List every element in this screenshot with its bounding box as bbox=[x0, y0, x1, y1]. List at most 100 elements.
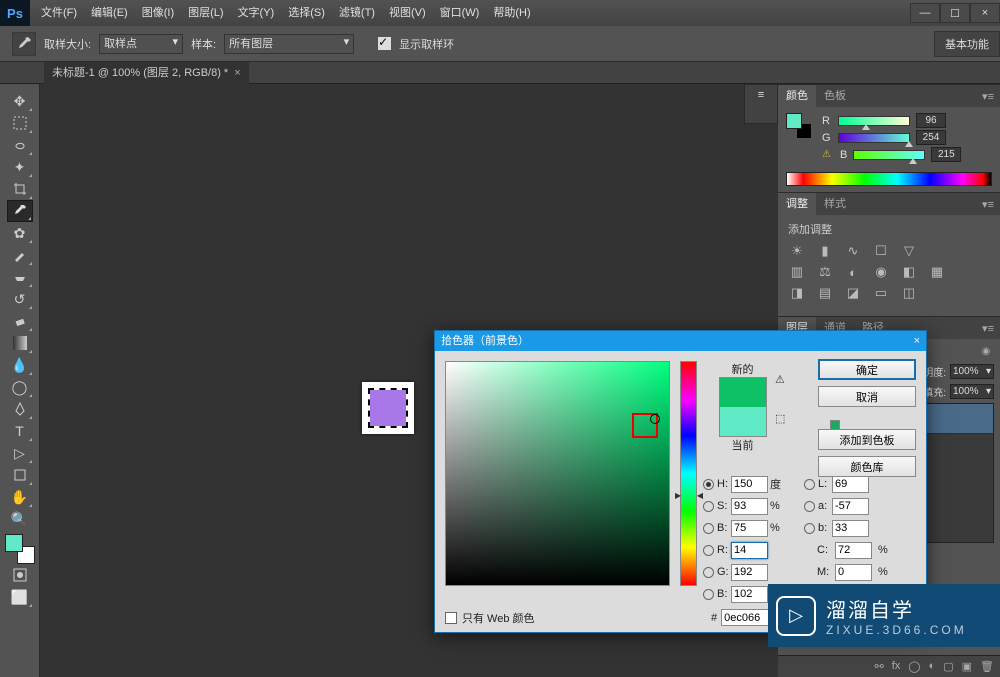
color-swatches[interactable] bbox=[5, 534, 35, 564]
new-fill-icon[interactable]: ◐ bbox=[929, 660, 936, 673]
radio-g[interactable] bbox=[703, 567, 714, 578]
input-m[interactable] bbox=[835, 564, 872, 581]
gradient-map-icon[interactable]: ▭ bbox=[872, 285, 890, 301]
new-group-icon[interactable]: ▢ bbox=[943, 660, 953, 673]
gradient-tool[interactable] bbox=[7, 332, 33, 354]
blur-tool[interactable]: 💧 bbox=[7, 354, 33, 376]
foreground-swatch[interactable] bbox=[5, 534, 23, 552]
menu-view[interactable]: 视图(V) bbox=[382, 0, 433, 26]
invert-icon[interactable]: ◨ bbox=[788, 285, 806, 301]
layer-mask-icon[interactable]: ◯ bbox=[908, 660, 920, 673]
menu-window[interactable]: 窗口(W) bbox=[433, 0, 487, 26]
radio-l[interactable] bbox=[804, 479, 815, 490]
pen-tool[interactable] bbox=[7, 398, 33, 420]
menu-type[interactable]: 文字(Y) bbox=[231, 0, 282, 26]
workspace-essentials[interactable]: 基本功能 bbox=[934, 31, 1000, 57]
radio-h[interactable] bbox=[703, 479, 714, 490]
brightness-icon[interactable]: ☀ bbox=[788, 243, 806, 259]
tab-styles[interactable]: 样式 bbox=[816, 193, 854, 215]
artboard[interactable] bbox=[362, 382, 414, 434]
collapsed-panel-dock[interactable]: ≡ bbox=[744, 84, 778, 124]
threshold-icon[interactable]: ◪ bbox=[844, 285, 862, 301]
delete-layer-icon[interactable]: 🗑 bbox=[980, 660, 994, 673]
selective-color-icon[interactable]: ◫ bbox=[900, 285, 918, 301]
move-tool[interactable]: ✥ bbox=[7, 90, 33, 112]
cancel-button[interactable]: 取消 bbox=[818, 386, 916, 407]
input-b[interactable] bbox=[731, 520, 768, 537]
show-ring-checkbox[interactable] bbox=[378, 37, 391, 50]
layer-fx-icon[interactable]: fx bbox=[892, 660, 901, 673]
channel-g-value[interactable]: 254 bbox=[916, 130, 946, 145]
input-r[interactable] bbox=[731, 542, 768, 559]
tab-swatches[interactable]: 色板 bbox=[816, 85, 854, 107]
ok-button[interactable]: 确定 bbox=[818, 359, 916, 380]
clone-stamp-tool[interactable] bbox=[7, 266, 33, 288]
menu-image[interactable]: 图像(I) bbox=[135, 0, 181, 26]
vibrance-icon[interactable]: ▽ bbox=[900, 243, 918, 259]
zoom-tool[interactable]: 🔍 bbox=[7, 508, 33, 530]
healing-brush-tool[interactable]: ✿ bbox=[7, 222, 33, 244]
brush-tool[interactable] bbox=[7, 244, 33, 266]
tab-color[interactable]: 颜色 bbox=[778, 85, 816, 107]
input-c[interactable] bbox=[835, 542, 872, 559]
posterize-icon[interactable]: ▤ bbox=[816, 285, 834, 301]
history-brush-tool[interactable]: ↺ bbox=[7, 288, 33, 310]
lasso-tool[interactable] bbox=[7, 134, 33, 156]
panel-swatch-pair[interactable] bbox=[786, 113, 812, 139]
window-restore[interactable]: ☐ bbox=[940, 3, 970, 23]
channel-b-slider[interactable] bbox=[853, 150, 925, 160]
radio-lab-b[interactable] bbox=[804, 523, 815, 534]
curves-icon[interactable]: ∿ bbox=[844, 243, 862, 259]
channel-b-value[interactable]: 215 bbox=[931, 147, 961, 162]
document-tab[interactable]: 未标题-1 @ 100% (图层 2, RGB/8) * × bbox=[44, 62, 249, 84]
menu-edit[interactable]: 编辑(E) bbox=[84, 0, 135, 26]
shape-tool[interactable] bbox=[7, 464, 33, 486]
input-s[interactable] bbox=[731, 498, 768, 515]
radio-r[interactable] bbox=[703, 545, 714, 556]
tab-adjustments[interactable]: 调整 bbox=[778, 193, 816, 215]
sample-layers-select[interactable]: 所有图层 bbox=[224, 34, 354, 54]
add-to-swatches-button[interactable]: 添加到色板 bbox=[818, 429, 916, 450]
menu-select[interactable]: 选择(S) bbox=[281, 0, 332, 26]
hue-icon[interactable]: ▥ bbox=[788, 264, 806, 280]
channel-r-value[interactable]: 96 bbox=[916, 113, 946, 128]
screenmode-toggle[interactable]: ⬜ bbox=[7, 586, 33, 608]
window-minimize[interactable]: — bbox=[910, 3, 940, 23]
dodge-tool[interactable]: ◯ bbox=[7, 376, 33, 398]
path-selection-tool[interactable]: ▷ bbox=[7, 442, 33, 464]
crop-tool[interactable] bbox=[7, 178, 33, 200]
channel-r-slider[interactable] bbox=[838, 116, 910, 126]
tool-indicator-eyedropper[interactable] bbox=[12, 32, 36, 56]
channel-g-slider[interactable] bbox=[838, 133, 910, 143]
input-bl[interactable] bbox=[731, 586, 768, 603]
marquee-tool[interactable] bbox=[7, 112, 33, 134]
opacity-value[interactable]: 100%▾ bbox=[950, 364, 994, 379]
magic-wand-tool[interactable]: ✦ bbox=[7, 156, 33, 178]
input-lab-b[interactable] bbox=[832, 520, 869, 537]
input-h[interactable] bbox=[731, 476, 768, 493]
panel-menu-icon[interactable]: ▾≡ bbox=[976, 322, 1000, 335]
menu-help[interactable]: 帮助(H) bbox=[486, 0, 537, 26]
type-tool[interactable]: T bbox=[7, 420, 33, 442]
eraser-tool[interactable] bbox=[7, 310, 33, 332]
hand-tool[interactable]: ✋ bbox=[7, 486, 33, 508]
bw-icon[interactable]: ◐ bbox=[844, 264, 862, 280]
menu-file[interactable]: 文件(F) bbox=[34, 0, 84, 26]
input-a[interactable] bbox=[832, 498, 869, 515]
document-tab-close-icon[interactable]: × bbox=[234, 62, 240, 84]
gamut-warning-icon[interactable]: ⚠ bbox=[775, 373, 785, 386]
panel-fg-swatch[interactable] bbox=[786, 113, 802, 129]
fill-value[interactable]: 100%▾ bbox=[950, 384, 994, 399]
eyedropper-tool[interactable] bbox=[7, 200, 33, 222]
hue-strip[interactable] bbox=[680, 361, 697, 586]
new-color-swatch[interactable] bbox=[720, 378, 766, 407]
photo-filter-icon[interactable]: ◉ bbox=[872, 264, 890, 280]
input-l[interactable] bbox=[832, 476, 869, 493]
picker-close-icon[interactable]: × bbox=[914, 331, 920, 351]
balance-icon[interactable]: ⚖ bbox=[816, 264, 834, 280]
picker-titlebar[interactable]: 拾色器（前景色） × bbox=[435, 331, 926, 351]
menu-filter[interactable]: 滤镜(T) bbox=[332, 0, 382, 26]
color-ramp[interactable] bbox=[786, 172, 992, 186]
radio-a[interactable] bbox=[804, 501, 815, 512]
window-close[interactable]: × bbox=[970, 3, 1000, 23]
